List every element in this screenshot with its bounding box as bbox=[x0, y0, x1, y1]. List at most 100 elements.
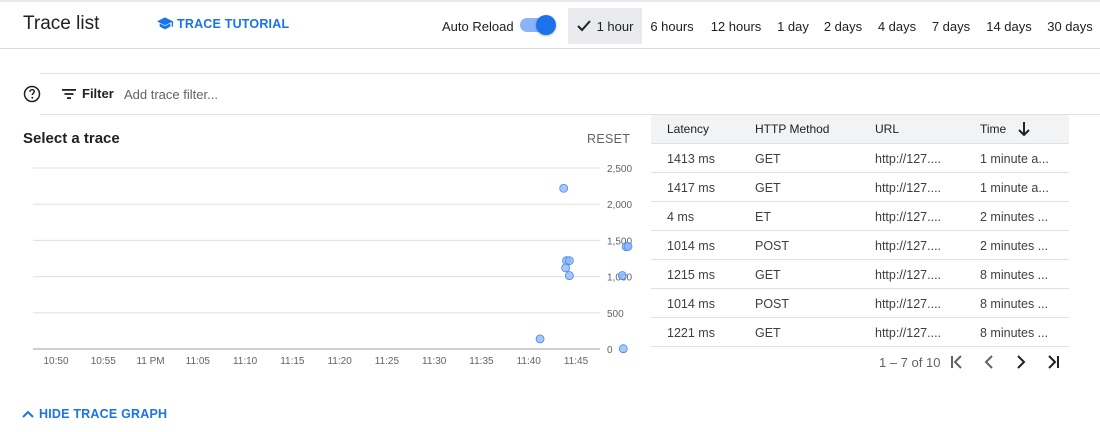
range-1-hour[interactable]: 1 hour bbox=[568, 8, 642, 44]
y-tick-label: 500 bbox=[607, 309, 624, 320]
filter-button[interactable]: Filter bbox=[62, 86, 114, 101]
x-tick-label: 11:30 bbox=[422, 356, 447, 367]
auto-reload-toggle[interactable] bbox=[520, 15, 556, 35]
table-row[interactable]: 1413 ms GET http://127.... 1 minute a... bbox=[651, 144, 1069, 173]
latency-cell: 1221 ms bbox=[667, 326, 715, 340]
x-tick-label: 11:15 bbox=[280, 356, 305, 367]
url-cell: http://127.... bbox=[875, 181, 942, 195]
trace-point[interactable] bbox=[617, 271, 627, 280]
trace-scatter-chart: 05001,0001,5002,0002,50010:5010:5511 PM1… bbox=[33, 164, 633, 367]
range-6-hours[interactable]: 6 hours bbox=[646, 8, 698, 44]
trace-point[interactable] bbox=[623, 242, 633, 251]
toggle-knob bbox=[536, 15, 556, 35]
top-bar: Trace list TRACE TUTORIAL Auto Reload 1 … bbox=[0, 0, 1100, 49]
table-row[interactable]: 1014 ms POST http://127.... 8 minutes ... bbox=[651, 289, 1069, 318]
trace-filter-input[interactable] bbox=[124, 84, 524, 104]
range-label: 12 hours bbox=[710, 18, 762, 34]
table-header: Latency HTTP Method URL Time bbox=[651, 115, 1069, 144]
time-cell: 8 minutes ... bbox=[980, 268, 1049, 282]
time-cell: 1 minute a... bbox=[980, 152, 1049, 166]
page-title: Trace list bbox=[23, 13, 100, 34]
table-row[interactable]: 1221 ms GET http://127.... 8 minutes ... bbox=[651, 318, 1069, 347]
latency-cell: 1413 ms bbox=[667, 152, 715, 166]
time-cell: 1 minute a... bbox=[980, 181, 1049, 195]
range-label: 4 days bbox=[877, 18, 917, 34]
range-label: 30 days bbox=[1047, 18, 1093, 34]
check-icon bbox=[576, 20, 591, 32]
range-1-day[interactable]: 1 day bbox=[774, 8, 812, 44]
trace-tutorial-link[interactable]: TRACE TUTORIAL bbox=[157, 17, 289, 31]
x-tick-label: 10:55 bbox=[91, 356, 116, 367]
latency-cell: 1215 ms bbox=[667, 268, 715, 282]
trace-point[interactable] bbox=[561, 263, 570, 273]
table-row[interactable]: 1417 ms GET http://127.... 1 minute a... bbox=[651, 173, 1069, 202]
arrow-down-icon[interactable] bbox=[1017, 121, 1031, 137]
auto-reload-label: Auto Reload bbox=[442, 19, 514, 34]
range-label: 14 days bbox=[986, 18, 1032, 34]
range-12-hours[interactable]: 12 hours bbox=[706, 8, 766, 44]
latency-cell: 1417 ms bbox=[667, 181, 715, 195]
x-tick-label: 11:25 bbox=[375, 356, 400, 367]
trace-tutorial-label: TRACE TUTORIAL bbox=[177, 17, 290, 31]
table-row[interactable]: 1215 ms GET http://127.... 8 minutes ... bbox=[651, 260, 1069, 289]
x-tick-label: 11:20 bbox=[327, 356, 352, 367]
trace-point[interactable] bbox=[535, 334, 545, 344]
http-method-cell: GET bbox=[755, 268, 781, 282]
table-row[interactable]: 4 ms ET http://127.... 2 minutes ... bbox=[651, 202, 1069, 231]
reset-button[interactable]: RESET bbox=[587, 132, 630, 146]
trace-point[interactable] bbox=[564, 256, 574, 266]
http-method-cell: GET bbox=[755, 181, 781, 195]
last-page-icon[interactable] bbox=[1043, 352, 1063, 372]
range-label: 1 day bbox=[777, 18, 809, 34]
url-cell: http://127.... bbox=[875, 239, 942, 253]
range-14-days[interactable]: 14 days bbox=[982, 8, 1036, 44]
column-header-http-method[interactable]: HTTP Method bbox=[755, 122, 829, 136]
range-label: 2 days bbox=[823, 18, 863, 34]
table-row[interactable]: 1014 ms POST http://127.... 2 minutes ... bbox=[651, 231, 1069, 260]
http-method-cell: POST bbox=[755, 239, 790, 253]
range-4-days[interactable]: 4 days bbox=[874, 8, 920, 44]
range-30-days[interactable]: 30 days bbox=[1043, 8, 1097, 44]
url-cell: http://127.... bbox=[875, 326, 942, 340]
http-method-cell: GET bbox=[755, 326, 781, 340]
latency-cell: 4 ms bbox=[667, 210, 695, 224]
chart-title: Select a trace bbox=[23, 130, 120, 147]
chevron-right-icon[interactable] bbox=[1011, 352, 1031, 372]
range-7-days[interactable]: 7 days bbox=[928, 8, 974, 44]
filter-label: Filter bbox=[82, 86, 114, 101]
range-2-days[interactable]: 2 days bbox=[820, 8, 866, 44]
http-method-cell: GET bbox=[755, 152, 781, 166]
x-tick-label: 11:45 bbox=[564, 356, 589, 367]
x-tick-label: 11 PM bbox=[136, 356, 164, 367]
latency-cell: 1014 ms bbox=[667, 297, 715, 311]
url-cell: http://127.... bbox=[875, 210, 942, 224]
range-label: 6 hours bbox=[650, 18, 694, 34]
trace-table: Latency HTTP Method URL Time 1413 ms GET h… bbox=[651, 115, 1069, 347]
y-tick-label: 2,000 bbox=[607, 200, 632, 211]
time-cell: 8 minutes ... bbox=[980, 297, 1049, 311]
chevron-up-icon bbox=[22, 410, 34, 418]
url-cell: http://127.... bbox=[875, 297, 942, 311]
trace-point[interactable] bbox=[618, 344, 628, 354]
help-icon[interactable] bbox=[23, 85, 41, 103]
time-cell: 2 minutes ... bbox=[980, 210, 1049, 224]
column-header-time[interactable]: Time bbox=[980, 122, 1006, 136]
trace-point[interactable] bbox=[564, 271, 574, 280]
pagination-range: 1 – 7 of 10 bbox=[879, 355, 941, 370]
first-page-icon[interactable] bbox=[947, 352, 967, 372]
http-method-cell: POST bbox=[755, 297, 790, 311]
trace-point[interactable] bbox=[559, 183, 569, 193]
filter-list-icon bbox=[62, 88, 76, 99]
x-tick-label: 11:35 bbox=[469, 356, 494, 367]
x-tick-label: 11:10 bbox=[233, 356, 258, 367]
column-header-url[interactable]: URL bbox=[875, 122, 899, 136]
chevron-left-icon[interactable] bbox=[979, 352, 999, 372]
hide-trace-graph-label: HIDE TRACE GRAPH bbox=[39, 407, 168, 421]
range-label: 1 hour bbox=[596, 18, 634, 34]
y-tick-label: 0 bbox=[607, 345, 613, 356]
http-method-cell: ET bbox=[755, 210, 771, 224]
x-tick-label: 11:05 bbox=[186, 356, 211, 367]
table-body: 1413 ms GET http://127.... 1 minute a... 141… bbox=[651, 144, 1069, 347]
hide-trace-graph-button[interactable]: HIDE TRACE GRAPH bbox=[22, 407, 167, 421]
column-header-latency[interactable]: Latency bbox=[667, 122, 709, 136]
